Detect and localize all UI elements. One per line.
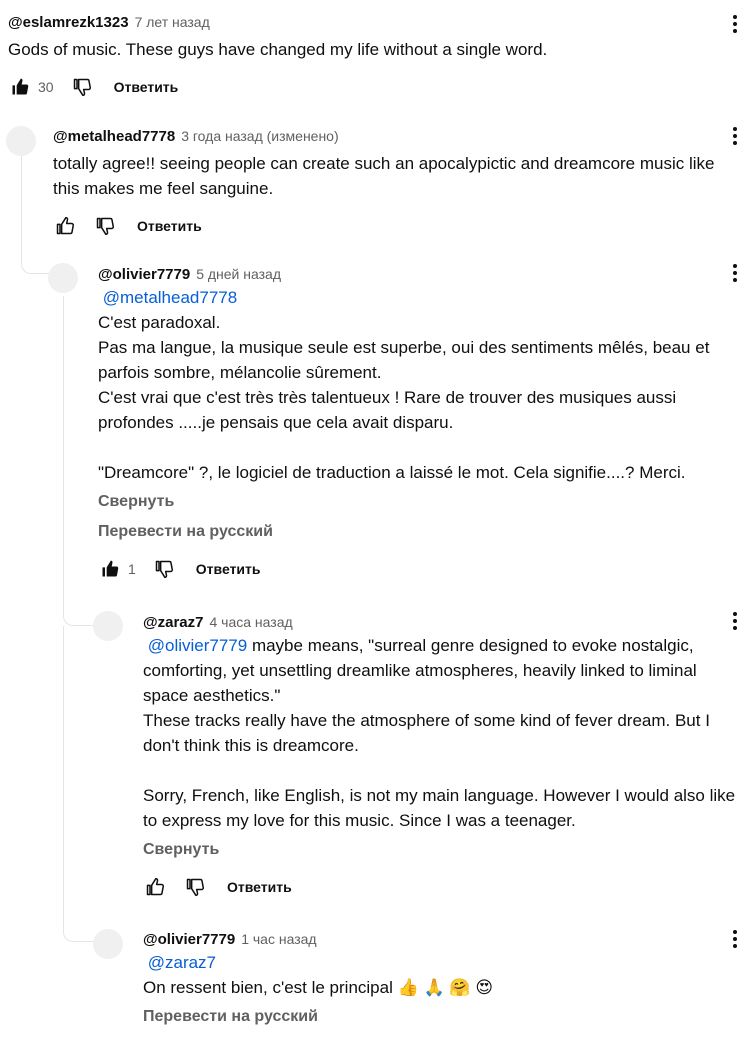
comment-header: @olivier7779 1 час назад: [143, 931, 743, 948]
comment-line: On ressent bien, c'est le principal 👍 🙏 …: [143, 975, 743, 1000]
more-vertical-icon[interactable]: [723, 124, 747, 148]
comment-author[interactable]: @olivier7779: [143, 931, 235, 948]
heart-eyes-emoji: 😍: [475, 978, 494, 997]
comment-line-text: maybe means, "surreal genre designed to …: [247, 636, 694, 655]
thread-line: [63, 626, 93, 942]
thumbs-up-outline-icon[interactable]: [143, 875, 167, 899]
reply-button[interactable]: Ответить: [114, 79, 179, 95]
comment-body: @metalhead7778 C'est paradoxal. Pas ma l…: [98, 285, 738, 485]
thread-line: [63, 296, 93, 626]
thumbs-down-outline-icon[interactable]: [70, 75, 94, 99]
comment-header: @zaraz7 4 часа назад: [143, 614, 743, 631]
more-vertical-icon[interactable]: [723, 261, 747, 285]
reply-button[interactable]: Ответить: [137, 218, 202, 234]
comment-body: @olivier7779 maybe means, "surreal genre…: [143, 633, 743, 833]
thumbs-down-outline-icon[interactable]: [93, 214, 117, 238]
more-vertical-icon[interactable]: [723, 609, 747, 633]
comment-line: C'est vrai que c'est très très talentueu…: [98, 388, 677, 407]
comment-line: to express my love for this music. Since…: [143, 811, 576, 830]
comment-time[interactable]: 4 часа назад: [210, 614, 293, 630]
more-vertical-icon[interactable]: [723, 12, 747, 36]
comment-header: @olivier7779 5 дней назад: [98, 266, 738, 283]
comment-body: Gods of music. These guys have changed m…: [8, 37, 708, 62]
comment-line: @olivier7779 maybe means, "surreal genre…: [143, 633, 743, 658]
comment-line: "Dreamcore" ?, le logiciel de traduction…: [98, 463, 686, 482]
comment-author[interactable]: @eslamrezk1323: [8, 14, 129, 31]
avatar[interactable]: [93, 611, 123, 641]
mention-link[interactable]: @metalhead7778: [103, 288, 237, 307]
comment-actions: 1 Ответить: [98, 557, 738, 581]
comment-line: space aesthetics.": [143, 686, 281, 705]
comment-line: parfois sombre, mélancolie sûrement.: [98, 363, 382, 382]
comment-author[interactable]: @metalhead7778: [53, 128, 175, 145]
comment-actions: Ответить: [53, 214, 743, 238]
collapse-link[interactable]: Свернуть: [98, 489, 738, 515]
comment-line: Sorry, French, like English, is not my m…: [143, 786, 736, 805]
avatar[interactable]: [93, 929, 123, 959]
translate-link[interactable]: Перевести на русский: [98, 519, 738, 545]
comment-actions: Ответить: [143, 875, 743, 899]
comment: @metalhead7778 3 года назад (изменено) t…: [53, 128, 743, 238]
avatar[interactable]: [48, 263, 78, 293]
hugging-face-emoji: 🤗: [449, 978, 471, 997]
thumbs-up-outline-icon[interactable]: [53, 214, 77, 238]
comment-time[interactable]: 3 года назад (изменено): [181, 128, 338, 144]
comment-time[interactable]: 7 лет назад: [135, 14, 210, 30]
comment: @olivier7779 1 час назад @zaraz7 On ress…: [143, 931, 743, 1030]
comment: @zaraz7 4 часа назад @olivier7779 maybe …: [143, 614, 743, 899]
thumbs-up-emoji: 👍: [397, 978, 419, 997]
comment-line: Gods of music. These guys have changed m…: [8, 40, 548, 59]
comment-mention-line: @zaraz7: [143, 950, 743, 975]
avatar[interactable]: [6, 126, 36, 156]
mention-link[interactable]: @zaraz7: [148, 953, 216, 972]
thread-line: [21, 156, 49, 274]
comment: @eslamrezk1323 7 лет назад Gods of music…: [8, 14, 708, 99]
thumbs-up-filled-icon[interactable]: [98, 557, 122, 581]
comment-author[interactable]: @zaraz7: [143, 614, 204, 631]
comment-line: don't think this is dreamcore.: [143, 736, 359, 755]
comment-body: @zaraz7 On ressent bien, c'est le princi…: [143, 950, 743, 1000]
folded-hands-emoji: 🙏: [423, 978, 445, 997]
reply-button[interactable]: Ответить: [227, 879, 292, 895]
like-count: 30: [38, 79, 54, 95]
thumbs-down-outline-icon[interactable]: [183, 875, 207, 899]
like-count: 1: [128, 561, 136, 577]
comment-line: totally agree!! seeing people can create…: [53, 154, 715, 173]
comment-header: @metalhead7778 3 года назад (изменено): [53, 128, 743, 145]
comment-line: Pas ma langue, la musique seule est supe…: [98, 338, 710, 357]
comment-author[interactable]: @olivier7779: [98, 266, 190, 283]
comment-actions: 30 Ответить: [8, 75, 708, 99]
comment-body: totally agree!! seeing people can create…: [53, 151, 743, 201]
comment-line: C'est paradoxal.: [98, 313, 221, 332]
comment-line: comforting, yet unsettling dreamlike atm…: [143, 661, 697, 680]
comment: @olivier7779 5 дней назад @metalhead7778…: [98, 266, 738, 581]
more-vertical-icon[interactable]: [723, 927, 747, 951]
reply-button[interactable]: Ответить: [196, 561, 261, 577]
translate-link[interactable]: Перевести на русский: [143, 1004, 743, 1030]
comment-time[interactable]: 5 дней назад: [196, 266, 281, 282]
mention-link[interactable]: @olivier7779: [148, 636, 247, 655]
thumbs-up-filled-icon[interactable]: [8, 75, 32, 99]
thumbs-down-outline-icon[interactable]: [152, 557, 176, 581]
comment-time[interactable]: 1 час назад: [241, 931, 316, 947]
comment-header: @eslamrezk1323 7 лет назад: [8, 14, 708, 31]
comment-line-text: On ressent bien, c'est le principal: [143, 978, 398, 997]
collapse-link[interactable]: Свернуть: [143, 837, 743, 863]
comment-mention-line: @metalhead7778: [98, 285, 738, 310]
comment-line: These tracks really have the atmosphere …: [143, 711, 710, 730]
comment-line: this makes me feel sanguine.: [53, 179, 274, 198]
comment-line: profondes .....je pensais que cela avait…: [98, 413, 454, 432]
